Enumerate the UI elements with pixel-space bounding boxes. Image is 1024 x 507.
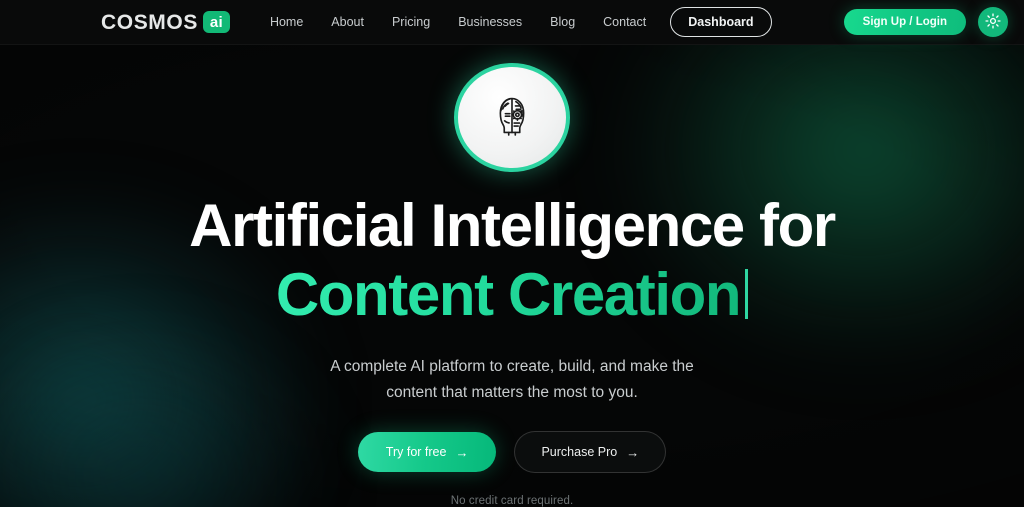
try-for-free-label: Try for free (385, 445, 447, 459)
hero-headline-line2: Content Creation (275, 261, 749, 329)
typing-caret (745, 268, 749, 319)
try-for-free-button[interactable]: Try for free → (357, 432, 497, 472)
nav-item-blog[interactable]: Blog (536, 9, 589, 35)
hero-headline-line1: Artificial Intelligence for (189, 191, 836, 259)
hero-cta-row: Try for free → Purchase Pro → (357, 431, 667, 473)
ai-face-icon (481, 84, 543, 151)
nav-item-businesses[interactable]: Businesses (444, 9, 536, 35)
brand-wordmark: COSMOS (101, 10, 198, 34)
main-navigation: Home About Pricing Businesses Blog Conta… (256, 6, 772, 38)
dashboard-button[interactable]: Dashboard (670, 6, 772, 38)
theme-toggle-button[interactable] (978, 7, 1008, 37)
brand-logo[interactable]: COSMOS ai (101, 11, 230, 33)
nav-item-pricing[interactable]: Pricing (378, 9, 444, 35)
nav-item-contact[interactable]: Contact (589, 9, 660, 35)
arrow-right-icon: → (626, 444, 640, 460)
hero-footnote: No credit card required. (450, 495, 574, 507)
hero-subtitle-line1: A complete AI platform to create, build,… (330, 357, 694, 375)
header-actions: Sign Up / Login (843, 7, 1008, 37)
sun-icon (985, 12, 1001, 32)
hero-subtitle: A complete AI platform to create, build,… (330, 354, 694, 406)
brand-ai-badge: ai (202, 11, 230, 33)
site-header: COSMOS ai Home About Pricing Businesses … (0, 0, 1024, 45)
avatar-inner-circle (458, 67, 566, 168)
nav-item-home[interactable]: Home (256, 9, 317, 35)
hero-headline-accent-text: Content Creation (275, 261, 742, 329)
landing-page: COSMOS ai Home About Pricing Businesses … (0, 0, 1024, 507)
purchase-pro-label: Purchase Pro (541, 445, 618, 459)
arrow-right-icon: → (455, 444, 469, 460)
hero-section: Artificial Intelligence for Content Crea… (0, 45, 1024, 507)
hero-subtitle-line2: content that matters the most to you. (386, 383, 638, 401)
hero-avatar (454, 63, 570, 172)
purchase-pro-button[interactable]: Purchase Pro → (514, 431, 667, 473)
nav-item-about[interactable]: About (317, 9, 378, 35)
signup-login-button[interactable]: Sign Up / Login (843, 9, 966, 35)
